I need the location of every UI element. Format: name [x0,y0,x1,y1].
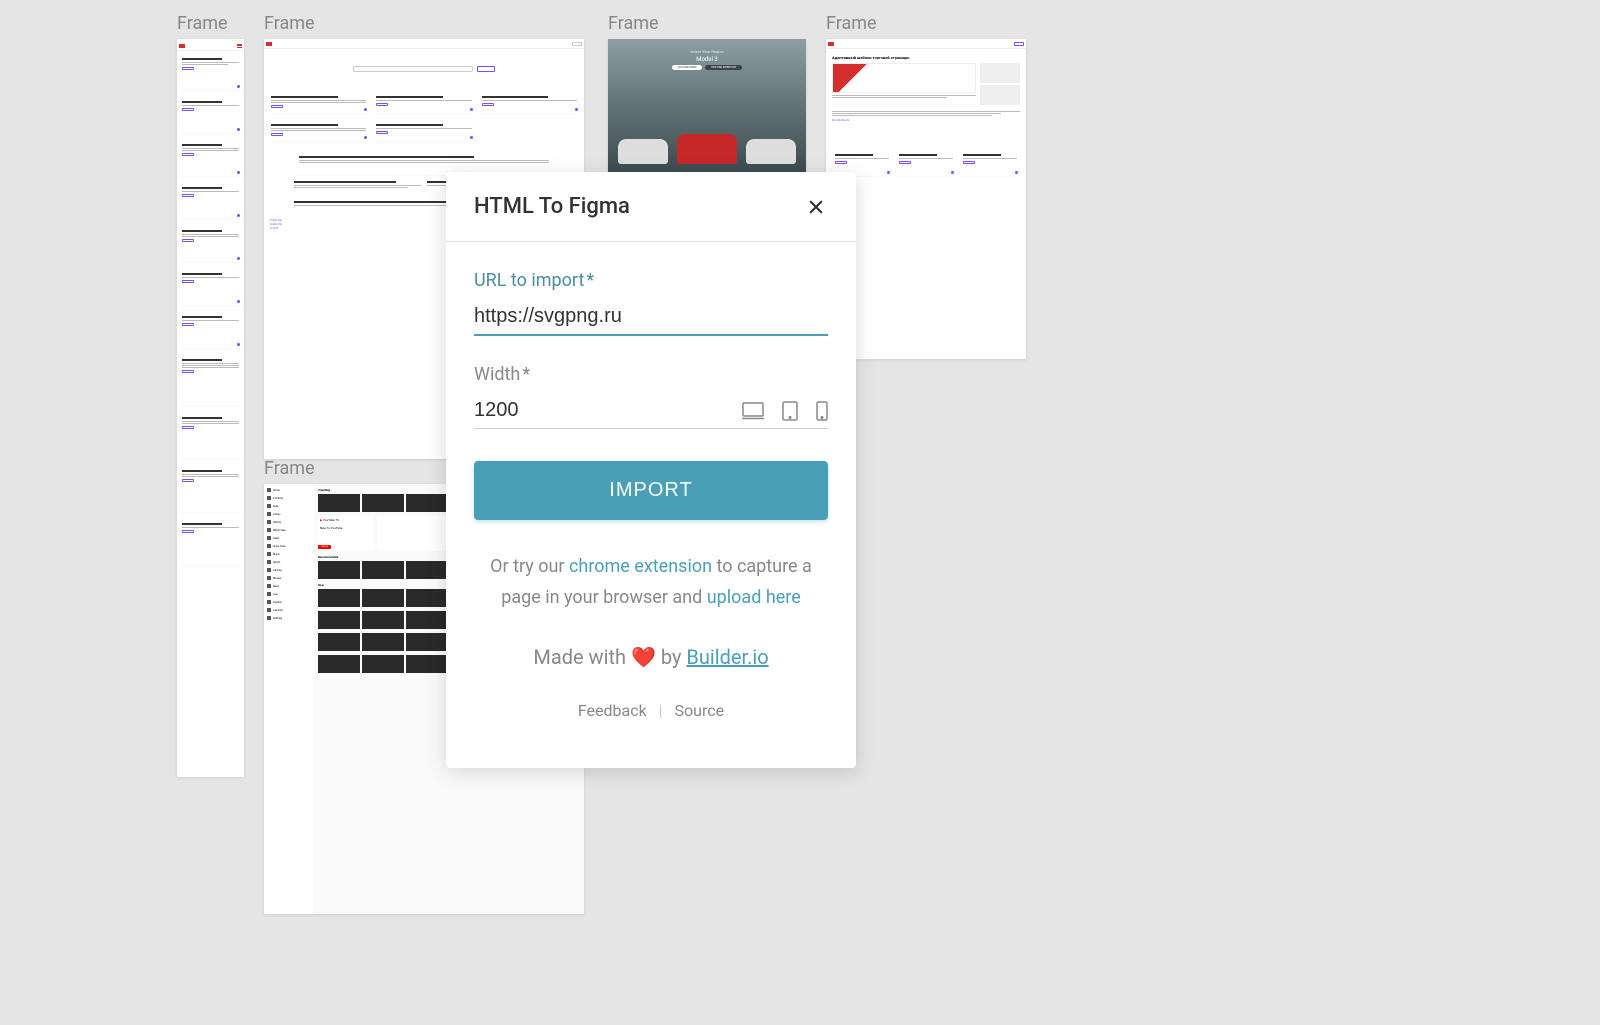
chrome-extension-link[interactable]: chrome extension [569,556,712,577]
tesla-inventory-btn: EXISTING INVENTORY [705,65,742,70]
modal-title: HTML To Figma [474,194,630,219]
frame-1-content [177,39,244,777]
desktop-icon[interactable] [742,402,764,420]
import-button[interactable]: IMPORT [474,461,828,520]
frame-4-content: Select Your Region Model 3 CUSTOM ORDER … [608,39,806,174]
helper-text: Or try our chrome extension to capture a… [474,552,828,613]
tesla-model: Model 3 [608,56,806,63]
frame-5-content: Адаптивный шаблон торговой страницы [826,39,1026,359]
close-icon [806,197,826,217]
tablet-icon[interactable] [782,401,798,421]
builder-io-link[interactable]: Builder.io [686,645,768,669]
html-to-figma-modal: HTML To Figma URL to import* Width* [446,172,856,768]
upload-here-link[interactable]: upload here [707,587,801,608]
figma-canvas[interactable]: Frame Frame [0,0,1600,1025]
credit-text: Made with ❤️ by Builder.io [474,645,828,669]
source-link[interactable]: Source [675,701,725,720]
frame-label: Frame [264,13,584,34]
tesla-region: Select Your Region [608,49,806,54]
heart-icon: ❤️ [631,645,656,669]
close-button[interactable] [804,195,828,219]
feedback-link[interactable]: Feedback [578,701,647,720]
tesla-custom-order-btn: CUSTOM ORDER [672,65,703,70]
frame-label: Frame [608,13,806,34]
mobile-icon[interactable] [816,401,828,421]
url-input[interactable] [474,299,828,336]
frame-label: Frame [826,13,1026,34]
frame-label: Frame [177,13,244,34]
modal-body: URL to import* Width* [446,242,856,768]
frame-4[interactable]: Frame Select Your Region Model 3 CUSTOM … [608,13,806,174]
frame-5[interactable]: Frame Адаптивный шаблон торговой страниц… [826,13,1026,359]
url-label: URL to import* [474,270,828,291]
modal-header: HTML To Figma [446,172,856,242]
modal-footer: Feedback | Source [474,701,828,740]
width-label: Width* [474,364,828,385]
footer-separator: | [659,701,663,720]
width-input[interactable] [474,393,742,428]
frame-1[interactable]: Frame [177,13,244,777]
